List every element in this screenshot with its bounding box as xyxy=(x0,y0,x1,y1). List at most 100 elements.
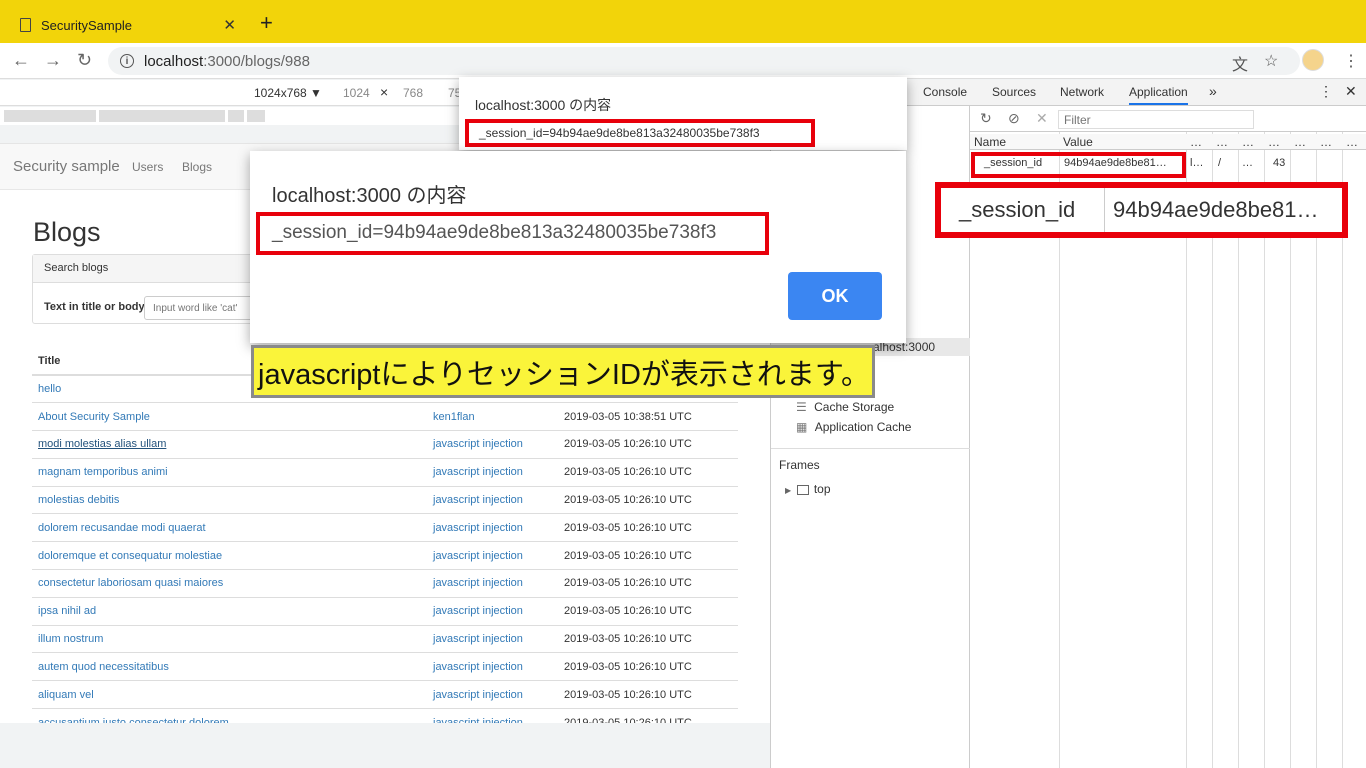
tab-network[interactable]: Network xyxy=(1060,85,1104,99)
url-path: :3000/blogs/988 xyxy=(203,52,310,70)
cookie-table-header: Name Value … … … … … … … xyxy=(970,134,1366,150)
nav-blogs-link[interactable]: Blogs xyxy=(182,160,212,174)
column-header-domain[interactable]: … xyxy=(1190,135,1202,149)
blog-title-cell: molestias debitis xyxy=(32,485,427,514)
cookie-value: 94b94ae9de8be81… xyxy=(1064,157,1167,169)
more-tabs-icon[interactable]: » xyxy=(1209,83,1217,99)
blog-author-link[interactable]: javascript injection xyxy=(427,680,558,709)
tab-sources[interactable]: Sources xyxy=(992,85,1036,99)
table-row: molestias debitis javascript injection 201… xyxy=(32,485,738,514)
forward-button[interactable]: → xyxy=(44,51,62,69)
new-tab-button[interactable]: + xyxy=(260,12,273,34)
blog-title-link[interactable]: magnam temporibus animi xyxy=(38,466,168,478)
bookmark-star-icon[interactable]: ☆ xyxy=(1264,51,1278,71)
column-header-secure[interactable]: … xyxy=(1320,135,1332,149)
column-header-samesite[interactable]: … xyxy=(1346,135,1358,149)
blog-author-link[interactable]: javascript injection xyxy=(427,652,558,681)
blog-title-link[interactable]: aliquam vel xyxy=(38,689,94,701)
tab-application[interactable]: Application xyxy=(1129,85,1188,105)
column-header-httponly[interactable]: … xyxy=(1294,135,1306,149)
blog-author-link[interactable]: javascript injection xyxy=(427,513,558,542)
sidebar-item-frame-top[interactable]: ▶ top xyxy=(785,482,831,496)
blog-title-link[interactable]: doloremque et consequatur molestiae xyxy=(38,550,222,562)
sidebar-item-application-cache[interactable]: ▦ Application Cache xyxy=(796,420,911,434)
tab-console[interactable]: Console xyxy=(923,85,967,99)
clear-all-icon[interactable]: ⊘ xyxy=(1008,110,1020,127)
blog-author-link[interactable]: javascript injection xyxy=(427,624,558,653)
tab-title: SecuritySample xyxy=(41,17,133,33)
blog-title-link[interactable]: hello xyxy=(38,383,61,395)
table-row: aliquam vel javascript injection 2019-03-0… xyxy=(32,680,738,709)
blog-date-cell: 2019-03-05 10:26:10 UTC xyxy=(558,485,738,514)
blog-date-cell: 2019-03-05 10:26:10 UTC xyxy=(558,541,738,570)
chrome-menu-icon[interactable]: ⋮ xyxy=(1343,51,1359,71)
blogs-table: Title hello About Security Sample ken1flan… xyxy=(32,347,738,723)
blog-title-link[interactable]: modi molestias alias ullam xyxy=(38,438,166,450)
alert-dialog-zoomed: localhost:3000 の内容 _session_id=94b94ae9d… xyxy=(250,151,906,343)
devtools-menu-icon[interactable]: ⋮ xyxy=(1319,83,1333,100)
blog-author-link[interactable]: javascript injection xyxy=(427,569,558,598)
profile-avatar[interactable] xyxy=(1302,49,1324,71)
column-header-path[interactable]: … xyxy=(1216,135,1228,149)
blog-title-link[interactable]: illum nostrum xyxy=(38,633,103,645)
site-brand[interactable]: Security sample xyxy=(13,158,120,175)
translate-icon[interactable]: ⽂ xyxy=(1232,51,1248,75)
blog-title-link[interactable]: About Security Sample xyxy=(38,411,150,423)
delete-selected-icon[interactable]: ✕ xyxy=(1036,110,1048,127)
database-icon: ☰ xyxy=(796,400,807,414)
blog-date-cell: 2019-03-05 10:26:10 UTC xyxy=(558,596,738,626)
address-bar[interactable]: i localhost:3000/blogs/988 xyxy=(108,47,1300,75)
device-height-input[interactable]: 768 xyxy=(403,86,423,100)
column-header-name[interactable]: Name xyxy=(974,135,1006,149)
sidebar-item-label: Application Cache xyxy=(814,420,912,434)
ok-button[interactable]: OK xyxy=(788,272,882,320)
blog-author-link[interactable]: javascript injection xyxy=(427,430,558,459)
device-preset-select[interactable]: 1024x768 ▼ xyxy=(254,86,322,100)
blog-title-cell: magnam temporibus animi xyxy=(32,457,427,487)
reload-button[interactable]: ↻ xyxy=(77,51,92,69)
blog-author-link[interactable]: javascript injection xyxy=(427,596,558,626)
blog-title-link[interactable]: consectetur laboriosam quasi maiores xyxy=(38,577,223,589)
search-input[interactable] xyxy=(144,296,254,320)
cookie-name: _session_id xyxy=(984,157,1043,169)
media-query-segment[interactable] xyxy=(228,110,244,122)
blog-title-cell: autem quod necessitatibus xyxy=(32,652,427,681)
blog-author-link[interactable]: javascript injection xyxy=(427,708,558,723)
blog-author-link[interactable]: javascript injection xyxy=(427,541,558,570)
media-query-segment[interactable] xyxy=(4,110,96,122)
blog-date-cell: 2019-03-05 10:26:10 UTC xyxy=(558,624,738,653)
blog-title-cell: illum nostrum xyxy=(32,624,427,653)
devtools-close-icon[interactable]: ✕ xyxy=(1345,83,1357,100)
sidebar-item-cache-storage[interactable]: ☰ Cache Storage xyxy=(796,400,894,414)
blog-author-link[interactable]: ken1flan xyxy=(427,402,558,431)
refresh-icon[interactable]: ↻ xyxy=(980,110,992,127)
dialog-message: _session_id=94b94ae9de8be813a32480035be7… xyxy=(479,126,760,140)
blog-title-link[interactable]: ipsa nihil ad xyxy=(38,605,96,617)
column-header-size[interactable]: … xyxy=(1268,135,1280,149)
device-width-input[interactable]: 1024 xyxy=(343,86,370,100)
cookie-row[interactable]: _session_id 94b94ae9de8be81… l… / … 43 xyxy=(970,152,1366,178)
column-header-value[interactable]: Value xyxy=(1063,135,1093,149)
media-query-segment[interactable] xyxy=(247,110,265,122)
cookie-filter-input[interactable] xyxy=(1058,110,1254,129)
expand-arrow-icon[interactable]: ▶ xyxy=(785,486,791,495)
document-icon xyxy=(20,18,31,32)
column-header-expires[interactable]: … xyxy=(1242,135,1254,149)
sidebar-item-label: Cache Storage xyxy=(814,400,895,414)
media-query-segment[interactable] xyxy=(99,110,225,122)
dimension-times-label: × xyxy=(380,84,389,100)
info-icon[interactable]: i xyxy=(120,54,134,68)
blog-title-link[interactable]: molestias debitis xyxy=(38,494,119,506)
browser-tab[interactable]: SecuritySample ✕ xyxy=(8,7,248,43)
nav-users-link[interactable]: Users xyxy=(132,160,163,174)
blog-author-link[interactable]: javascript injection xyxy=(427,485,558,514)
blog-author-link[interactable]: javascript injection xyxy=(427,457,558,487)
sidebar-section-frames: Frames xyxy=(779,458,820,472)
blog-title-link[interactable]: autem quod necessitatibus xyxy=(38,661,169,673)
table-row: magnam temporibus animi javascript inject… xyxy=(32,457,738,487)
blog-title-link[interactable]: dolorem recusandae modi quaerat xyxy=(38,522,206,534)
grid-icon: ▦ xyxy=(796,420,808,434)
blog-title-cell: modi molestias alias ullam xyxy=(32,430,427,459)
tab-close-icon[interactable]: ✕ xyxy=(223,16,236,34)
back-button[interactable]: ← xyxy=(12,51,30,69)
